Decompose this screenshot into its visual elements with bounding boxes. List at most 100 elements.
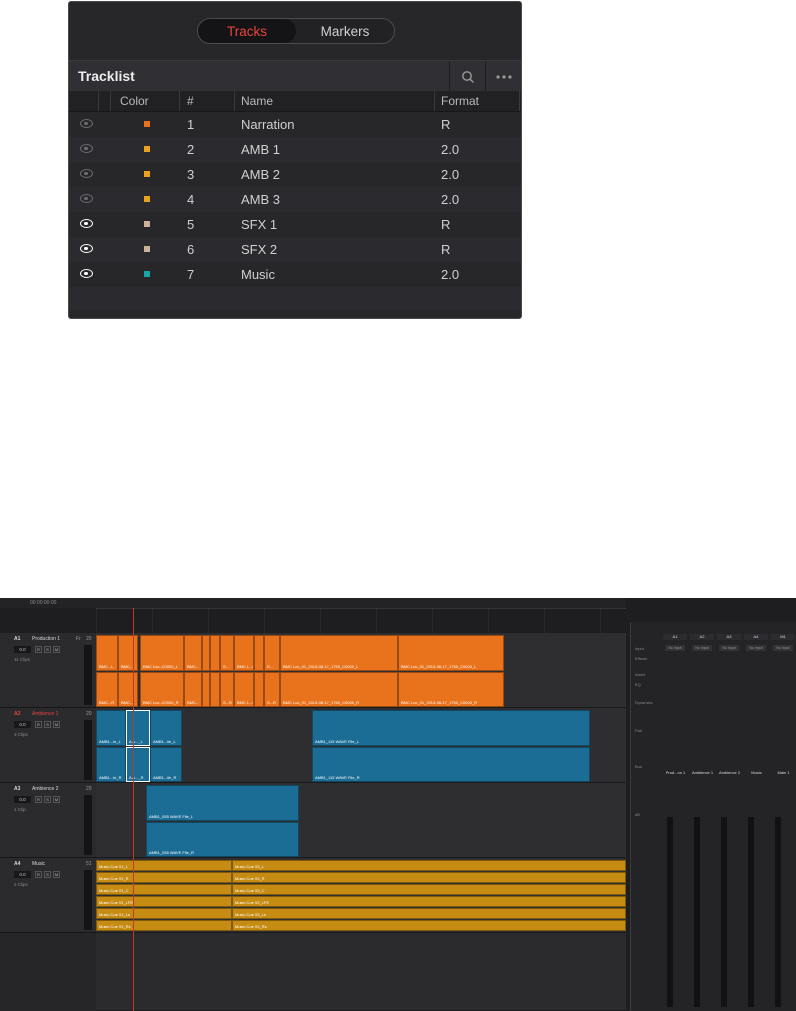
audio-clip[interactable]: BMC...R [96, 672, 118, 707]
audio-clip[interactable]: BMC Loc_01_2013-08-17_1750_C0000_L [398, 635, 504, 671]
audio-clip[interactable]: BMC L...000_R [234, 672, 254, 707]
timeline-ruler[interactable] [96, 598, 626, 609]
search-button[interactable] [449, 61, 486, 92]
audio-clip[interactable]: AMB1_055 WAVE File_R [146, 822, 299, 857]
eye-icon[interactable] [80, 169, 93, 178]
audio-clip[interactable]: BMC Loc..C0000_L [140, 635, 184, 671]
audio-clip[interactable]: BMC L...000_L [234, 635, 254, 671]
input-selector[interactable]: No Input [692, 645, 712, 651]
mute-button[interactable]: M [53, 871, 60, 878]
mute-button[interactable]: M [53, 721, 60, 728]
record-button[interactable]: R [35, 721, 42, 728]
tab-tracks[interactable]: Tracks [198, 19, 296, 43]
audio-clip[interactable]: BMC... [118, 635, 138, 671]
input-selector[interactable]: No Input [746, 645, 766, 651]
track-color-swatch[interactable] [144, 196, 150, 202]
solo-button[interactable]: S [44, 796, 51, 803]
column-color[interactable]: Color [120, 94, 149, 108]
audio-clip[interactable] [254, 635, 264, 671]
eye-icon[interactable] [80, 244, 93, 253]
audio-clip[interactable]: Music Cue 01_L [96, 860, 232, 871]
audio-clip[interactable]: Music Cue 01_C [96, 884, 232, 895]
track-color-swatch[interactable] [144, 246, 150, 252]
track-row[interactable]: 4 AMB 3 2.0 [69, 187, 521, 212]
track-row[interactable]: 1 Narration R [69, 112, 521, 137]
track-row[interactable]: 5 SFX 1 R [69, 212, 521, 237]
audio-clip[interactable]: A A..._R [126, 747, 150, 782]
track-row[interactable]: 2 AMB 1 2.0 [69, 137, 521, 162]
audio-clip[interactable]: Music Cue 01_Ls [96, 908, 232, 919]
tab-markers[interactable]: Markers [296, 19, 394, 43]
audio-clip[interactable]: BMC Loc..C0000_R [140, 672, 184, 707]
audio-clip[interactable]: Music Cue 01_Rs [96, 920, 232, 931]
track-row[interactable]: 3 AMB 2 2.0 [69, 162, 521, 187]
record-button[interactable]: R [35, 871, 42, 878]
eye-icon[interactable] [80, 269, 93, 278]
audio-clip[interactable] [254, 672, 264, 707]
audio-clip[interactable]: AMB1_115 WAVE File_R [312, 747, 590, 782]
audio-clip[interactable]: AMB1...le_R [96, 747, 126, 782]
audio-clip[interactable]: BMC... [184, 672, 202, 707]
audio-clip[interactable]: AMB1_115 WAVE File_L [312, 710, 590, 746]
audio-clip[interactable]: AMB1...ile_R [150, 747, 182, 782]
mixer-channel-strip[interactable]: A3 No Input Ambience 2 [717, 622, 742, 1011]
track-color-swatch[interactable] [144, 271, 150, 277]
record-button[interactable]: R [35, 646, 42, 653]
audio-clip[interactable]: BMC... [184, 635, 202, 671]
eye-icon[interactable] [80, 194, 93, 203]
track-header-a3[interactable]: A3 Ambience 2 20 0.0 R S M 1 Clip [0, 783, 96, 858]
mixer-channel-strip[interactable]: A4 No Input Music [744, 622, 769, 1011]
audio-clip[interactable] [202, 672, 210, 707]
audio-clip[interactable]: Music Cue 01_LFE [96, 896, 232, 907]
audio-clip[interactable]: BMC... [118, 672, 138, 707]
more-options-button[interactable] [485, 61, 521, 92]
track-volume[interactable]: 0.0 [14, 721, 31, 728]
track-color-swatch[interactable] [144, 221, 150, 227]
audio-clip[interactable]: BMC...L [96, 635, 118, 671]
audio-clip[interactable] [210, 635, 220, 671]
solo-button[interactable]: S [44, 721, 51, 728]
audio-clip[interactable]: Music Cue 03_L [232, 860, 626, 871]
audio-clip[interactable]: Music Cue 03_Rs [232, 920, 626, 931]
audio-clip[interactable]: AMB1...ile_L [150, 710, 182, 746]
track-volume[interactable]: 0.0 [14, 871, 31, 878]
solo-button[interactable]: S [44, 871, 51, 878]
mute-button[interactable]: M [53, 646, 60, 653]
audio-clip[interactable]: S... [264, 635, 280, 671]
audio-clip[interactable]: Music Cue 01_R [96, 872, 232, 883]
audio-clip[interactable]: Music Cue 03_LFE [232, 896, 626, 907]
audio-clip[interactable]: BMC Loc_01_2013-08-17_1750_C0000_R [398, 672, 504, 707]
playhead[interactable] [133, 608, 134, 1011]
eye-icon[interactable] [80, 144, 93, 153]
audio-clip[interactable]: Music Cue 03_Ls [232, 908, 626, 919]
input-selector[interactable]: No Input [719, 645, 739, 651]
audio-clip[interactable]: AMB1_055 WAVE File_L [146, 785, 299, 821]
column-number[interactable]: # [187, 94, 194, 108]
track-row[interactable]: 6 SFX 2 R [69, 237, 521, 262]
track-header-a4[interactable]: A4 Music 51 0.0 R S M 2 Clips [0, 858, 96, 933]
track-color-swatch[interactable] [144, 171, 150, 177]
track-color-swatch[interactable] [144, 121, 150, 127]
column-format[interactable]: Format [441, 94, 479, 108]
audio-clip[interactable] [202, 635, 210, 671]
audio-clip[interactable]: BMC Loc_01_2013-08-17_1750_C0000_R [280, 672, 398, 707]
track-volume[interactable]: 0.0 [14, 646, 31, 653]
audio-clip[interactable]: S... [220, 635, 234, 671]
track-header-a1[interactable]: A1 Production 1 Fr 20 0.0 R S M 11 Clips [0, 633, 96, 708]
eye-icon[interactable] [80, 219, 93, 228]
audio-clip[interactable]: Music Cue 03_C [232, 884, 626, 895]
input-selector[interactable]: No Input [665, 645, 685, 651]
mixer-channel-strip[interactable]: A1 No Input Prod...on 1 [663, 622, 688, 1011]
mixer-channel-strip[interactable]: A2 No Input Ambience 1 [690, 622, 715, 1011]
audio-clip[interactable]: Music Cue 03_R [232, 872, 626, 883]
record-button[interactable]: R [35, 796, 42, 803]
eye-icon[interactable] [80, 119, 93, 128]
track-color-swatch[interactable] [144, 146, 150, 152]
audio-clip[interactable]: S...R [220, 672, 234, 707]
track-header-a2[interactable]: A2 Ambience 1 20 0.0 R S M 3 Clips [0, 708, 96, 783]
audio-clip[interactable]: A A..._L [126, 710, 150, 746]
track-volume[interactable]: 0.0 [14, 796, 31, 803]
audio-clip[interactable]: AMB1...le_L [96, 710, 126, 746]
mixer-channel-strip[interactable]: M1 No Input Main 1 [771, 622, 796, 1011]
audio-clip[interactable] [210, 672, 220, 707]
